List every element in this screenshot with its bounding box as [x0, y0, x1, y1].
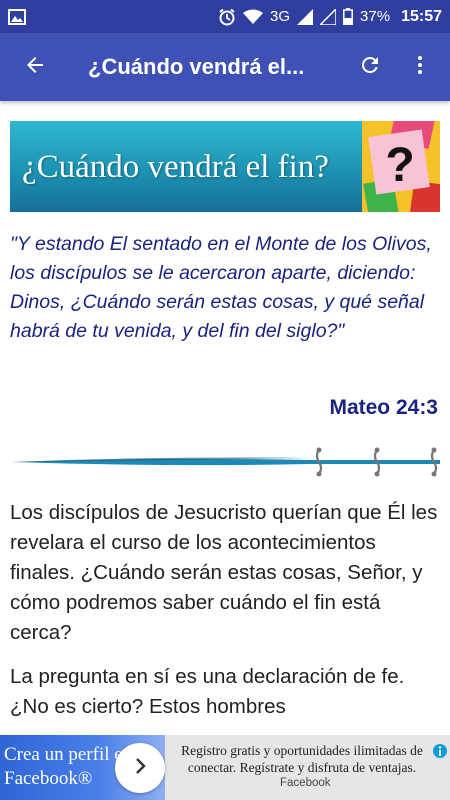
paragraph: Los discípulos de Jesucristo querían que… — [10, 501, 438, 644]
ad-brand: Facebook — [280, 777, 331, 789]
ad-open-button[interactable] — [115, 743, 165, 793]
chevron-right-icon — [129, 755, 151, 782]
banner-question-mark: ? — [385, 139, 414, 192]
header-banner-image: ¿Cuándo vendrá el fin? ? — [10, 121, 440, 212]
decorative-divider — [10, 447, 440, 477]
banner-title: ¿Cuándo vendrá el fin? — [22, 149, 329, 185]
question-mark-notes-icon: ? — [362, 121, 440, 212]
content-area: ¿Cuándo vendrá el fin? ? "Y estando El s… — [0, 0, 450, 725]
ad-description: Registro gratis y oportunidades ilimitad… — [181, 743, 423, 775]
quote-reference: Mateo 24:3 — [329, 396, 438, 419]
paragraph: La pregunta en sí es una declaración de … — [10, 665, 405, 718]
ad-info-icon[interactable] — [432, 743, 448, 759]
article-body: Los discípulos de Jesucristo querían que… — [10, 498, 440, 725]
bible-quote: "Y estando El sentado en el Monte de los… — [10, 233, 432, 342]
ad-banner[interactable]: Crea un perfil en Facebook® Registro gra… — [0, 735, 450, 800]
